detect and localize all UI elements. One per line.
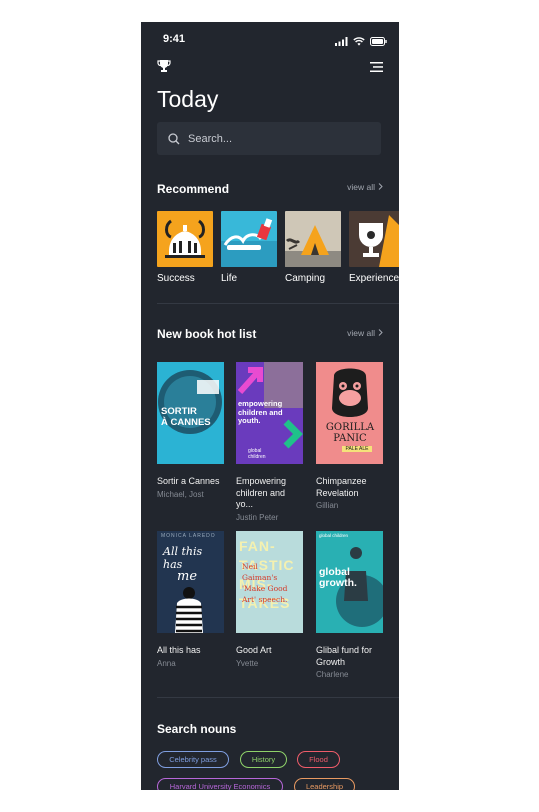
book-card[interactable]: FAN- TASTIC MIS- TAKES Neil Gaiman's 'Ma… bbox=[236, 531, 303, 668]
book-card[interactable]: MONICA LAREDO All this has me All this h… bbox=[157, 531, 224, 668]
book-title: Glibal fund for Growth bbox=[316, 645, 373, 667]
search-icon bbox=[168, 132, 180, 145]
book-cover: empowering children and youth. global ch… bbox=[236, 362, 303, 464]
status-bar: 9:41 bbox=[141, 22, 399, 58]
recommend-title: Recommend bbox=[157, 182, 230, 196]
recommend-item-experience[interactable]: Experience bbox=[349, 211, 399, 284]
book-title: Empowering children and yo... bbox=[236, 476, 287, 509]
book-cover: global children global growth. bbox=[316, 531, 383, 633]
book-title: Sortir a Cannes bbox=[157, 476, 220, 486]
cover-subtitle: global children bbox=[319, 533, 349, 538]
toothbrush-illustration-icon bbox=[221, 211, 277, 267]
chip-leadership[interactable]: Leadership bbox=[294, 778, 355, 790]
search-nouns-title: Search nouns bbox=[157, 722, 237, 736]
chip-history[interactable]: History bbox=[240, 751, 287, 768]
chevron-right-icon bbox=[378, 182, 383, 192]
recommend-item-life[interactable]: Life bbox=[221, 211, 278, 284]
section-divider bbox=[157, 303, 399, 304]
book-title: All this has bbox=[157, 645, 201, 655]
book-card[interactable]: GORILLA PANIC PALE ALE Chimpanzee Revela… bbox=[316, 362, 383, 510]
book-author: Justin Peter bbox=[236, 512, 279, 522]
recommend-label: Experience bbox=[349, 273, 399, 284]
signal-icon bbox=[335, 33, 348, 51]
cover-subtitle: global children bbox=[248, 448, 266, 460]
section-divider bbox=[157, 697, 399, 698]
view-all-label: view all bbox=[347, 328, 375, 338]
experience-illustration-icon bbox=[349, 211, 399, 267]
search-placeholder: Search... bbox=[188, 132, 233, 145]
hotlist-title: New book hot list bbox=[157, 327, 257, 341]
cover-title: global growth. bbox=[319, 566, 357, 589]
view-all-label: view all bbox=[347, 182, 375, 192]
cover-title: SORTIR À CANNES bbox=[161, 406, 211, 428]
book-author: Charlene bbox=[316, 670, 349, 679]
chip-harvard-university-economics[interactable]: Harvard University Economics bbox=[157, 778, 283, 790]
book-author: Gillian bbox=[316, 501, 339, 510]
book-author: Michael, Jost bbox=[157, 489, 204, 499]
book-title: Chimpanzee Revelation bbox=[316, 476, 367, 498]
recommend-list: Success Life Camping Experience bbox=[157, 211, 399, 284]
recommend-item-camping[interactable]: Camping bbox=[285, 211, 342, 284]
cover-subtitle: PALE ALE bbox=[342, 446, 372, 452]
hotlist-view-all-link[interactable]: view all bbox=[347, 328, 383, 338]
recommend-view-all-link[interactable]: view all bbox=[347, 182, 383, 192]
success-illustration-icon bbox=[157, 211, 213, 267]
chevron-right-icon bbox=[378, 328, 383, 338]
book-cover: MONICA LAREDO All this has me bbox=[157, 531, 224, 633]
book-cover: GORILLA PANIC PALE ALE bbox=[316, 362, 383, 464]
recommend-label: Success bbox=[157, 273, 195, 284]
cover-quote: Neil Gaiman's 'Make Good Art' speech. bbox=[242, 562, 288, 604]
menu-icon[interactable] bbox=[370, 60, 383, 78]
recommend-item-success[interactable]: Success bbox=[157, 211, 214, 284]
cover-title: empowering children and youth. bbox=[238, 399, 283, 425]
chip-celebrity-pass[interactable]: Celebrity pass bbox=[157, 751, 229, 768]
book-cover: FAN- TASTIC MIS- TAKES Neil Gaiman's 'Ma… bbox=[236, 531, 303, 633]
chip-flood[interactable]: Flood bbox=[297, 751, 340, 768]
book-card[interactable]: empowering children and youth. global ch… bbox=[236, 362, 303, 522]
battery-icon bbox=[370, 33, 387, 51]
book-author: Yvette bbox=[236, 658, 259, 668]
book-cover: SORTIR À CANNES bbox=[157, 362, 224, 464]
status-icons bbox=[335, 33, 387, 51]
trophy-icon[interactable] bbox=[157, 59, 171, 78]
book-author: Anna bbox=[157, 658, 176, 668]
page-title: Today bbox=[157, 86, 219, 112]
recommend-label: Camping bbox=[285, 273, 326, 284]
search-input[interactable]: Search... bbox=[157, 122, 381, 155]
cover-title: GORILLA PANIC bbox=[325, 422, 375, 444]
book-title: Good Art bbox=[236, 645, 272, 655]
tent-illustration-icon bbox=[285, 211, 341, 267]
book-card[interactable]: SORTIR À CANNES Sortir a Cannes Michael,… bbox=[157, 362, 224, 499]
book-card[interactable]: global children global growth. Glibal fu… bbox=[316, 531, 383, 679]
wifi-icon bbox=[353, 33, 365, 51]
recommend-label: Life bbox=[221, 273, 238, 284]
status-time: 9:41 bbox=[163, 33, 186, 45]
phone-screen: 9:41 Today Search... Recommend view all … bbox=[141, 22, 399, 790]
